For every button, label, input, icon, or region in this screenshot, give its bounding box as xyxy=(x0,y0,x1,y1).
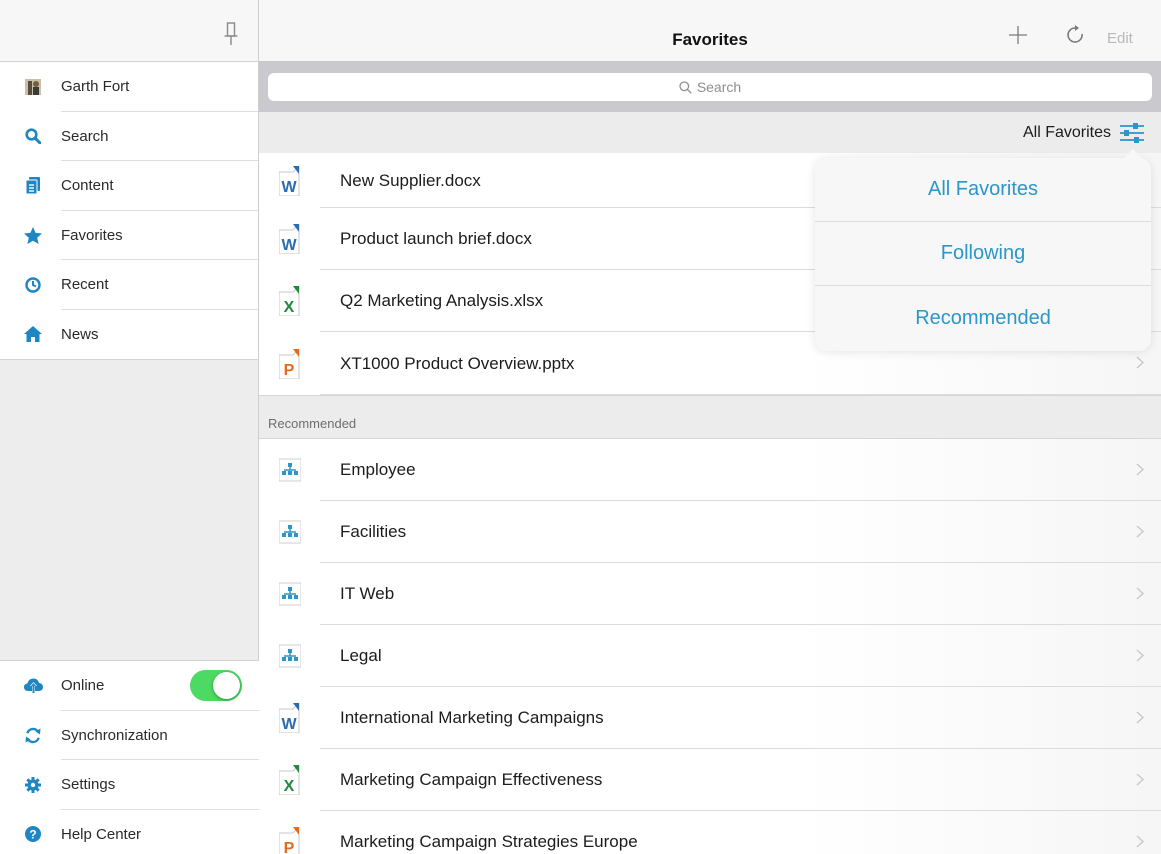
list-item[interactable]: P Marketing Campaign Strategies Europe xyxy=(259,811,1161,854)
sidebar-item-news[interactable]: News xyxy=(0,310,258,360)
home-icon xyxy=(22,326,44,343)
site-icon xyxy=(279,582,301,606)
filter-bar: All Favorites xyxy=(259,112,1161,153)
sidebar-item-recent[interactable]: Recent xyxy=(0,260,258,310)
chevron-right-icon xyxy=(1136,525,1144,538)
sidebar-item-profile[interactable]: Garth Fort xyxy=(0,62,258,112)
filter-option-all-favorites[interactable]: All Favorites xyxy=(815,158,1151,222)
sidebar-item-favorites[interactable]: Favorites xyxy=(0,211,258,261)
help-icon: ? xyxy=(22,826,44,843)
svg-text:?: ? xyxy=(29,828,36,842)
sidebar-item-label: Settings xyxy=(61,776,116,794)
sync-icon xyxy=(22,727,44,744)
sidebar-item-settings[interactable]: Settings xyxy=(0,760,259,810)
excel-file-icon: X xyxy=(279,286,300,316)
content-icon xyxy=(22,177,44,195)
svg-text:P: P xyxy=(284,362,295,379)
sidebar-item-label: Recent xyxy=(61,276,109,294)
navigation-bar: Favorites Edit xyxy=(259,0,1161,62)
sidebar-item-help-center[interactable]: ? Help Center xyxy=(0,810,259,854)
filter-option-following[interactable]: Following xyxy=(815,222,1151,286)
item-name: Marketing Campaign Effectiveness xyxy=(340,770,603,789)
list-item[interactable]: W International Marketing Campaigns xyxy=(259,687,1161,749)
excel-file-icon: X xyxy=(279,765,300,795)
powerpoint-file-icon: P xyxy=(279,827,300,854)
sidebar-footer: Online Synchronization Settings ? Help C… xyxy=(0,660,259,854)
item-name: Legal xyxy=(340,646,382,665)
chevron-right-icon xyxy=(1136,649,1144,662)
item-name: New Supplier.docx xyxy=(340,170,481,190)
gear-icon xyxy=(22,776,44,793)
word-file-icon: W xyxy=(279,224,300,254)
add-icon[interactable] xyxy=(1009,26,1027,44)
list-item[interactable]: Facilities xyxy=(259,501,1161,563)
filter-option-recommended[interactable]: Recommended xyxy=(815,286,1151,350)
sidebar-item-search[interactable]: Search xyxy=(0,112,258,162)
item-name: IT Web xyxy=(340,584,395,603)
search-bar: Search xyxy=(259,62,1161,112)
section-title: Recommended xyxy=(268,416,357,431)
edit-button[interactable]: Edit xyxy=(1107,30,1133,47)
sidebar-item-label: Search xyxy=(61,127,109,145)
sidebar-item-synchronization[interactable]: Synchronization xyxy=(0,711,259,761)
svg-text:W: W xyxy=(281,179,297,196)
filter-dropdown: All Favorites Following Recommended xyxy=(815,149,1151,351)
sidebar-item-label: Garth Fort xyxy=(61,78,130,96)
sidebar-item-content[interactable]: Content xyxy=(0,161,258,211)
item-name: Facilities xyxy=(340,522,407,541)
svg-text:W: W xyxy=(281,237,297,254)
powerpoint-file-icon: P xyxy=(279,348,300,379)
chevron-right-icon xyxy=(1136,711,1144,724)
pin-icon[interactable] xyxy=(224,22,238,46)
svg-text:W: W xyxy=(281,716,297,733)
chevron-right-icon xyxy=(1136,356,1144,369)
chevron-right-icon xyxy=(1136,773,1144,786)
star-icon xyxy=(22,226,44,244)
filter-selector[interactable]: All Favorites xyxy=(1023,124,1111,142)
sidebar-item-label: Help Center xyxy=(61,825,142,843)
item-name: Marketing Campaign Strategies Europe xyxy=(340,832,638,851)
avatar-icon xyxy=(22,78,44,95)
sidebar-item-label: Content xyxy=(61,177,114,195)
item-name: XT1000 Product Overview.pptx xyxy=(340,353,575,373)
chevron-right-icon xyxy=(1136,463,1144,476)
sidebar-item-label: Synchronization xyxy=(61,726,168,744)
list-item[interactable]: IT Web xyxy=(259,563,1161,625)
item-name: Q2 Marketing Analysis.xlsx xyxy=(340,291,544,310)
site-icon xyxy=(279,520,301,544)
search-icon xyxy=(22,128,44,145)
svg-text:P: P xyxy=(284,840,295,854)
sidebar-item-label: News xyxy=(61,325,99,343)
main-panel: Favorites Edit Search All Favorites W Ne… xyxy=(259,0,1161,854)
sidebar-header xyxy=(0,0,258,62)
chevron-right-icon xyxy=(1136,587,1144,600)
svg-text:X: X xyxy=(284,299,295,316)
clock-icon xyxy=(22,277,44,293)
svg-text:X: X xyxy=(284,778,295,795)
word-file-icon: W xyxy=(279,165,300,196)
sidebar-nav: Garth Fort Search Content Favorites Rece… xyxy=(0,62,258,360)
online-toggle[interactable] xyxy=(190,670,242,701)
cloud-upload-icon xyxy=(22,678,44,694)
item-name: Product launch brief.docx xyxy=(340,229,532,248)
refresh-icon[interactable] xyxy=(1066,24,1086,46)
word-file-icon: W xyxy=(279,703,300,733)
site-icon xyxy=(279,644,301,668)
item-name: International Marketing Campaigns xyxy=(340,708,604,727)
sidebar: Garth Fort Search Content Favorites Rece… xyxy=(0,0,259,854)
list-item[interactable]: X Marketing Campaign Effectiveness xyxy=(259,749,1161,811)
search-input[interactable] xyxy=(268,73,1152,101)
item-name: Employee xyxy=(340,460,416,479)
sidebar-item-online: Online xyxy=(0,661,259,711)
sidebar-item-label: Favorites xyxy=(61,226,123,244)
sidebar-item-label: Online xyxy=(61,677,105,695)
chevron-right-icon xyxy=(1136,835,1144,848)
filter-sliders-icon[interactable] xyxy=(1119,123,1145,143)
site-icon xyxy=(279,458,301,482)
list-item[interactable]: Legal xyxy=(259,625,1161,687)
recommended-list: Employee Facilities IT Web Legal W Inter… xyxy=(259,439,1161,854)
section-header: Recommended xyxy=(259,395,1161,439)
list-item[interactable]: Employee xyxy=(259,439,1161,501)
